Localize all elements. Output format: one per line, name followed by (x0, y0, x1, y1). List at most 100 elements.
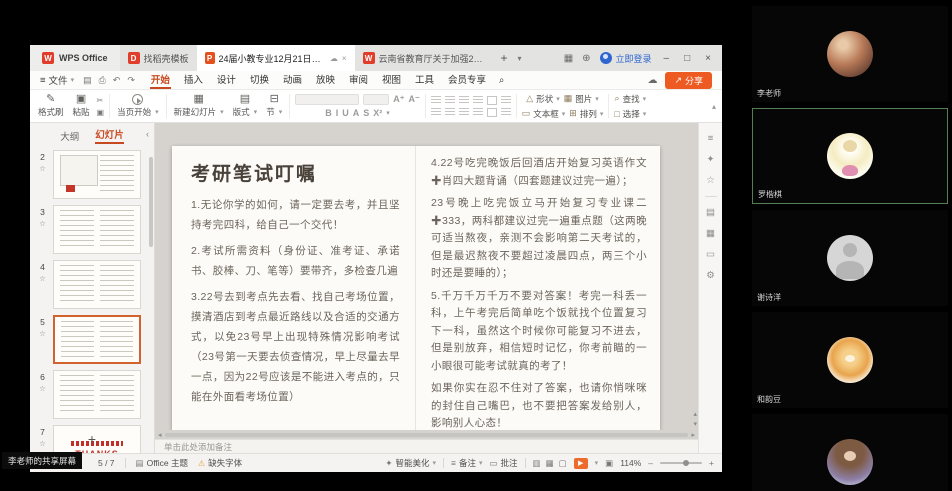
thumb-preview[interactable] (53, 205, 141, 254)
zoom-slider[interactable] (660, 462, 702, 464)
participant-tile[interactable]: 谢诗洋 (752, 210, 948, 306)
participant-tile[interactable]: 李老师 (752, 6, 948, 102)
justify-icon[interactable] (473, 108, 483, 117)
vertical-scrollbar[interactable]: ▴ ▾ (693, 410, 697, 428)
copy-icon[interactable]: ▣ (97, 108, 105, 117)
columns-icon[interactable] (487, 108, 497, 117)
menu-tab-slideshow[interactable]: 放映 (315, 71, 336, 89)
picture-button[interactable]: ▦图片▾ (564, 93, 599, 105)
menu-tab-design[interactable]: 设计 (216, 71, 237, 89)
thumb-preview[interactable] (53, 315, 141, 364)
paste-button[interactable]: ▣ 粘贴 (71, 94, 92, 118)
bold-button[interactable]: B (325, 108, 332, 118)
redo-icon[interactable]: ↷ (127, 75, 135, 86)
decrease-font-icon[interactable]: A⁻ (408, 94, 419, 105)
doc-tab-document[interactable]: W 云南省教育厅关于加强2024年硕士研 (355, 45, 495, 71)
theme-button[interactable]: ▤Office 主题 (136, 457, 188, 469)
normal-view-icon[interactable]: ▥ (533, 458, 541, 469)
layout-button[interactable]: ▤ 版式▾ (231, 94, 260, 118)
panel-tab-outline[interactable]: 大纲 (60, 129, 79, 143)
menu-tab-tools[interactable]: 工具 (414, 71, 435, 89)
rail-properties-icon[interactable]: ≡ (708, 133, 714, 144)
distribute-icon[interactable] (501, 108, 511, 117)
undo-icon[interactable]: ↶ (113, 75, 121, 86)
cloud-status-icon[interactable]: ☁ (647, 75, 657, 86)
text-direction-icon[interactable] (487, 96, 497, 105)
participant-tile[interactable]: 和韵豆 (752, 312, 948, 408)
participant-tile[interactable] (752, 414, 948, 491)
slideshow-play-button[interactable]: ▶ (574, 458, 588, 469)
italic-button[interactable]: I (336, 108, 339, 118)
superscript-button[interactable]: X² (373, 108, 382, 118)
shapes-button[interactable]: △形状▾ (526, 93, 559, 105)
line-spacing-icon[interactable] (501, 96, 511, 105)
zoom-out-icon[interactable]: – (648, 458, 653, 468)
print-icon[interactable]: ⎙ (99, 75, 106, 86)
align-left-icon[interactable] (431, 108, 441, 117)
rail-settings-icon[interactable]: ⚙ (706, 270, 715, 281)
file-menu[interactable]: ≡ 文件 ▾ (40, 73, 74, 87)
scroll-up-icon[interactable]: ▴ (693, 410, 697, 418)
share-button[interactable]: ↗ 分享 (665, 72, 712, 89)
align-center-icon[interactable] (445, 108, 455, 117)
minimize-button[interactable]: – (661, 53, 673, 64)
scrollbar-thumb[interactable] (165, 433, 689, 437)
menu-tab-review[interactable]: 审阅 (348, 71, 369, 89)
panel-scrollbar[interactable] (149, 157, 153, 247)
new-tab-button[interactable]: + (495, 45, 514, 71)
format-painter-button[interactable]: ✎ 格式刷 (36, 94, 66, 118)
menu-tab-home[interactable]: 开始 (150, 71, 171, 89)
menu-tab-insert[interactable]: 插入 (183, 71, 204, 89)
scroll-right-icon[interactable]: ▸ (691, 431, 695, 439)
font-size-select[interactable] (363, 94, 389, 105)
missing-font-warning[interactable]: ⚠缺失字体 (198, 457, 242, 469)
beautify-button[interactable]: ✦智能美化▾ (385, 457, 436, 469)
notes-button[interactable]: ≡备注▾ (451, 457, 483, 469)
play-options-chevron-icon[interactable]: ▾ (595, 459, 599, 467)
section-button[interactable]: ⊟ 节▾ (264, 94, 284, 118)
login-button[interactable]: 立即登录 (600, 52, 652, 65)
decrease-indent-icon[interactable] (459, 96, 469, 105)
tab-close-icon[interactable]: × (342, 54, 347, 63)
globe-icon[interactable]: ⊕ (582, 53, 590, 64)
sorter-view-icon[interactable]: ▦ (546, 458, 554, 469)
doc-tab-docer[interactable]: D 找稻壳模板 (120, 45, 197, 71)
text-effects-button[interactable]: A (353, 108, 360, 118)
slide-thumbnail[interactable]: 2☆ (35, 150, 154, 199)
workspace-icon[interactable]: ▦ (564, 53, 573, 64)
slide-thumbnail[interactable]: 6☆ (35, 370, 154, 419)
play-from-current-button[interactable]: 当页开始▾ (115, 94, 161, 118)
font-name-select[interactable] (295, 94, 359, 105)
slide-left-column[interactable]: 考研笔试叮嘱 1.无论你学的如何，请一定要去考，并且坚持考完四科，给自己一个交代… (172, 146, 416, 430)
bullet-list-icon[interactable] (431, 96, 441, 105)
rail-comment-icon[interactable]: ▭ (706, 249, 715, 260)
numbered-list-icon[interactable] (445, 96, 455, 105)
find-button[interactable]: ⌕查找▾ (615, 93, 647, 105)
wps-home-tab[interactable]: W WPS Office (30, 45, 120, 71)
menu-tab-animation[interactable]: 动画 (282, 71, 303, 89)
horizontal-scrollbar[interactable]: ◂ ▸ (155, 430, 698, 439)
fullscreen-icon[interactable]: ▣ (605, 458, 613, 469)
ribbon-collapse-icon[interactable]: ▴ (712, 102, 716, 111)
panel-tab-slides[interactable]: 幻灯片 (95, 127, 124, 144)
notes-bar[interactable]: 单击此处添加备注 (155, 439, 698, 453)
menu-tab-view[interactable]: 视图 (381, 71, 402, 89)
cut-icon[interactable]: ✂ (97, 96, 105, 105)
search-icon[interactable]: ⌕ (499, 75, 504, 86)
new-slide-button[interactable]: ▦ 新建幻灯片▾ (172, 94, 226, 118)
align-right-icon[interactable] (459, 108, 469, 117)
slide-right-column[interactable]: 4.22号吃完晚饭后回酒店开始复习英语作文✚肖四大题背诵（四套题建议过完一遍）；… (416, 146, 660, 430)
rail-material-icon[interactable]: ▦ (706, 228, 715, 239)
rail-beautify-icon[interactable]: ✦ (707, 154, 715, 165)
slide-thumbnail-current[interactable]: 5☆ (35, 315, 154, 364)
tab-list-chevron-icon[interactable]: ▾ (514, 45, 526, 71)
zoom-in-icon[interactable]: + (709, 458, 714, 468)
slide-thumbnail[interactable]: 4☆ (35, 260, 154, 309)
participant-tile-active-speaker[interactable]: 罗楷棋 (752, 108, 948, 204)
slide[interactable]: 考研笔试叮嘱 1.无论你学的如何，请一定要去考，并且坚持考完四科，给自己一个交代… (172, 146, 660, 430)
thumb-preview[interactable] (53, 370, 141, 419)
close-button[interactable]: × (702, 53, 714, 64)
thumb-preview[interactable] (53, 260, 141, 309)
doc-tab-active[interactable]: P 24届小教专业12月21日考研叮嘱 ☁ × (197, 45, 355, 71)
increase-font-icon[interactable]: A⁺ (393, 94, 404, 105)
